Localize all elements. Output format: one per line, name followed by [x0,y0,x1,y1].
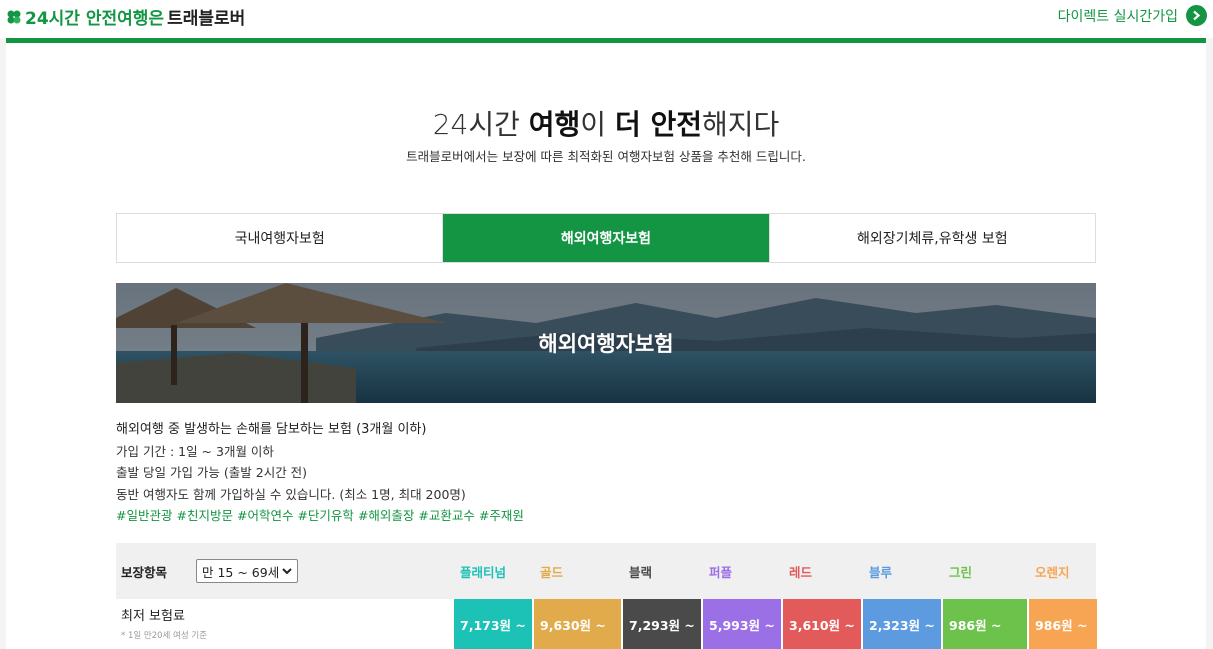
price-green[interactable]: 986원 ~ [943,599,1027,649]
plan-header-platinum: 플래티넘 [460,564,507,580]
min-premium-note: * 1일 만20세 여성 기준 [121,631,208,641]
price-orange[interactable]: 986원 ~ [1029,599,1097,649]
price-red[interactable]: 3,610원 ~ [783,599,861,649]
plan-header-orange: 오렌지 [1035,564,1070,580]
price-platinum[interactable]: 7,173원 ~ [454,599,532,649]
hero-title-bold2: 더 안전 [614,108,702,141]
brand-name: 트래블로버 [167,9,246,29]
hashtag[interactable]: #교환교수 [418,508,474,523]
plan-header-black: 블랙 [629,564,653,580]
price-blue[interactable]: 2,323원 ~ [863,599,941,649]
direct-signup-label: 다이렉트 실시간가입 [1057,8,1178,25]
brand-logo[interactable]: 24시간 안전여행은 트래블로버 [6,4,245,29]
plan-header-blue: 블루 [869,564,893,580]
tab-long-term[interactable]: 해외장기체류,유학생 보험 [769,214,1095,262]
hashtag[interactable]: #단기유학 [297,508,353,523]
age-select-value: 만 15 ~ 69세 [202,564,280,580]
tab-domestic[interactable]: 국내여행자보험 [117,214,444,262]
desc-summary: 해외여행 중 발생하는 손해를 담보하는 보험 (3개월 이하) [116,422,427,437]
hero-title-bold1: 여행 [528,108,581,141]
desc-period: 가입 기간 : 1일 ~ 3개월 이하 [116,443,274,459]
hero-subtitle: 트래블로버에서는 보장에 따른 최적화된 여행자보험 상품을 추천해 드립니다. [406,149,806,164]
clover-icon [7,10,21,23]
insurance-tabs: 국내여행자보험 해외여행자보험 해외장기체류,유학생 보험 [116,213,1096,263]
main-content: 24시간 여행이 더 안전해지다 트래블로버에서는 보장에 따른 최적화된 여행… [6,43,1206,649]
hashtag[interactable]: #해외출장 [358,508,414,523]
tab-overseas[interactable]: 해외여행자보험 [443,214,770,262]
desc-same-day: 출발 당일 가입 가능 (출발 2시간 전) [116,465,308,480]
hero-title-part1: 24시간 [432,108,529,141]
product-description: 해외여행 중 발생하는 손해를 담보하는 보험 (3개월 이하) 가입 기간 :… [116,419,1096,527]
direct-signup-link[interactable]: 다이렉트 실시간가입 [1058,5,1207,26]
hashtag[interactable]: #친지방문 [176,508,232,523]
top-bar: 24시간 안전여행은 트래블로버 다이렉트 실시간가입 [0,0,1213,38]
banner-title: 해외여행자보험 [538,332,674,356]
hero-title: 24시간 여행이 더 안전해지다 [6,103,1206,143]
brand-tagline: 24시간 안전여행은 [25,9,165,29]
plan-header-purple: 퍼플 [709,564,733,580]
age-select[interactable]: 만 15 ~ 69세 [196,559,298,583]
hero-title-part2: 이 [580,108,615,141]
chevron-down-icon [282,568,292,575]
hero-title-part3: 해지다 [702,108,780,141]
desc-companions: 동반 여행자도 함께 가입하실 수 있습니다. (최소 1명, 최대 200명) [116,486,466,502]
hashtag[interactable]: #일반관광 [116,508,172,523]
plan-header-red: 레드 [789,564,813,580]
coverage-header-label: 보장항목 [121,564,168,580]
hashtag[interactable]: #주재원 [479,508,524,523]
banner-image: 해외여행자보험 [116,283,1096,403]
plan-comparison-table: 보장항목 만 15 ~ 69세 플래티넘 골드 블랙 퍼플 레드 블루 그린 오… [116,543,1097,649]
arrow-right-circle-icon [1186,5,1207,26]
price-gold[interactable]: 9,630원 ~ [534,599,621,649]
plan-prices: 7,173원 ~ 9,630원 ~ 7,293원 ~ 5,993원 ~ 3,61… [454,599,1097,649]
table-header: 보장항목 만 15 ~ 69세 플래티넘 골드 블랙 퍼플 레드 블루 그린 오… [116,543,1096,599]
plan-header-green: 그린 [949,564,973,580]
plan-headers: 플래티넘 골드 블랙 퍼플 레드 블루 그린 오렌지 [454,543,1097,599]
plan-header-gold: 골드 [540,564,564,580]
min-premium-label: 최저 보험료 [121,609,185,624]
hashtag[interactable]: #어학연수 [237,508,293,523]
table-row: 최저 보험료 * 1일 만20세 여성 기준 7,173원 ~ 9,630원 ~… [116,599,1097,649]
price-purple[interactable]: 5,993원 ~ [703,599,781,649]
price-black[interactable]: 7,293원 ~ [623,599,701,649]
hashtag-list: #일반관광 #친지방문 #어학연수 #단기유학 #해외출장 #교환교수 #주재원 [116,505,1096,527]
